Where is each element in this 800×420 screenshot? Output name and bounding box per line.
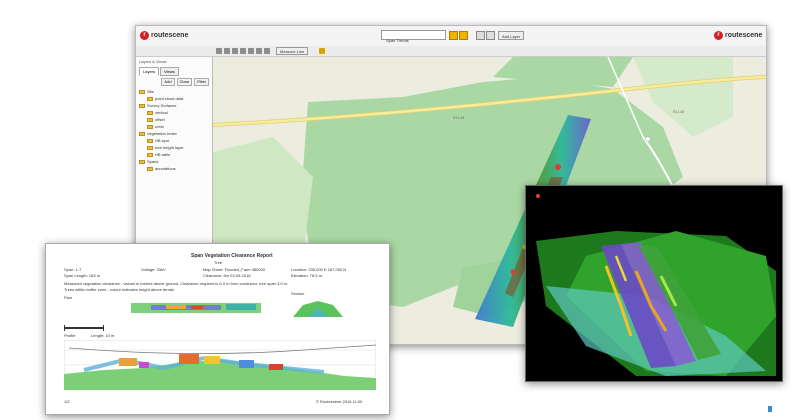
info-icon[interactable]	[256, 48, 262, 54]
brand-logo-right: r routescene	[714, 31, 762, 40]
tree-item[interactable]: tree height layer	[139, 144, 212, 151]
add-layer-button[interactable]: Add Layer	[498, 31, 525, 40]
tree-marker	[555, 164, 561, 170]
cross-section-view	[293, 301, 343, 317]
brand-mark-icon: r	[714, 31, 723, 40]
tree-item-label: HB table	[155, 152, 171, 157]
search-button-icon[interactable]	[449, 31, 458, 40]
brand-name: routescene	[151, 32, 189, 39]
print-button-icon[interactable]	[476, 31, 485, 40]
profile-chart	[64, 340, 376, 390]
profile-label: Profile	[64, 333, 76, 338]
tree-item-label: vertical	[155, 110, 168, 115]
scale-bar	[64, 325, 104, 331]
refresh-button-icon[interactable]	[459, 31, 468, 40]
tree-item[interactable]: Site	[139, 88, 212, 95]
tree-item[interactable]: vertical	[139, 109, 212, 116]
tree-item[interactable]: annotations	[139, 165, 212, 172]
tree-item-label: Survey Surfaces	[147, 103, 177, 108]
road-label: B1145	[453, 115, 465, 120]
folder-icon	[147, 124, 153, 129]
folder-icon	[147, 166, 153, 171]
report-subtitle: Tree	[214, 260, 223, 265]
folder-icon	[139, 103, 145, 108]
folder-icon	[147, 110, 153, 115]
tree-item[interactable]: Spans	[139, 158, 212, 165]
zoom-in-icon[interactable]	[216, 48, 222, 54]
report-meta: Map Sheet: Flooded_Farm 380000	[203, 267, 266, 272]
measure-icon[interactable]	[248, 48, 254, 54]
report-footer-copyright: © Routescene 2016 11:00	[316, 399, 363, 404]
clear-button[interactable]: Clear	[176, 78, 193, 86]
tree-item-label: HB spot	[155, 138, 170, 143]
draw-icon[interactable]	[264, 48, 270, 54]
corner-accent	[768, 406, 772, 412]
tree-item[interactable]: Survey Surfaces	[139, 102, 212, 109]
brand-mark-icon: r	[140, 31, 149, 40]
report-footer-page: 1/2	[64, 399, 70, 404]
tree-item[interactable]: HB table	[139, 151, 212, 158]
report-note: Measured vegetation clearance - values i…	[64, 281, 289, 286]
tab-layers[interactable]: Layers	[139, 67, 160, 76]
report-title: Span Vegetation Clearance Report	[191, 253, 273, 259]
folder-icon	[139, 131, 145, 136]
tree-item-label: point cloud data	[155, 96, 184, 101]
measure-line-button[interactable]: Measure Line	[276, 47, 309, 55]
filter-button[interactable]: Filter	[194, 78, 209, 86]
report-meta: Span: 1-7	[64, 267, 82, 272]
report-meta: Elevation: 78.5 m	[291, 273, 322, 278]
report-meta: Voltage: 33kV	[141, 267, 166, 272]
add-button[interactable]: Add	[161, 78, 175, 86]
plan-label: Plan	[64, 295, 73, 300]
folder-icon	[147, 96, 153, 101]
tree-item-label: tree height layer	[155, 145, 184, 150]
tree-item-label: Spans	[147, 159, 159, 164]
folder-icon	[139, 89, 145, 94]
export-button-icon[interactable]	[486, 31, 495, 40]
map-marker-icon[interactable]	[645, 136, 651, 142]
app-header: r routescene Span Trends Add Layer r rou…	[136, 26, 766, 47]
plan-view-strip	[131, 303, 261, 313]
tree-item[interactable]: offset	[139, 116, 212, 123]
report-meta: Span Length: 183 m	[64, 273, 101, 278]
tree-marker	[510, 269, 516, 275]
folder-icon	[139, 159, 145, 164]
tree-item-label: annotations	[155, 166, 176, 171]
folder-icon	[147, 145, 153, 150]
road-label: B1145	[673, 109, 685, 114]
pan-icon[interactable]	[232, 48, 238, 54]
sidebar-button-row: Add Clear Filter	[136, 76, 212, 88]
scale-text: Length: 10 m	[91, 333, 115, 338]
tree-item[interactable]: Vegetation Index	[139, 130, 212, 137]
tree-item[interactable]: HB spot	[139, 137, 212, 144]
tab-views[interactable]: Views	[160, 67, 179, 76]
layers-icon[interactable]	[319, 48, 325, 54]
tree-item[interactable]: point cloud data	[139, 95, 212, 102]
clearance-report-document: Span Vegetation Clearance Report Tree Sp…	[45, 243, 390, 415]
tree-item-label: offset	[155, 117, 165, 122]
layer-select[interactable]: Span Trends	[383, 37, 412, 44]
tree-item[interactable]: crest	[139, 123, 212, 130]
report-meta: Clearance: 6m 03-05-2016	[203, 273, 251, 278]
folder-icon	[147, 117, 153, 122]
folder-icon	[147, 138, 153, 143]
report-meta: Location: 335,000 E 187,000 N	[291, 267, 347, 272]
brand-name: routescene	[725, 32, 763, 39]
brand-logo-left: r routescene	[140, 31, 188, 40]
sidebar-tabs: Layers Views	[136, 67, 212, 76]
report-note: Trees within buffer zone - colour indica…	[64, 287, 176, 292]
viewer-marker-icon	[536, 194, 540, 198]
select-icon[interactable]	[240, 48, 246, 54]
point-cloud-canvas[interactable]	[526, 186, 782, 381]
tree-item-label: Site	[147, 89, 154, 94]
map-toolbar: Measure Line	[136, 46, 766, 57]
zoom-out-icon[interactable]	[224, 48, 230, 54]
folder-icon	[147, 152, 153, 157]
tree-item-label: crest	[155, 124, 164, 129]
tree-item-label: Vegetation Index	[147, 131, 177, 136]
point-cloud-viewer[interactable]	[525, 185, 783, 382]
layer-tree: Site point cloud data Survey Surfaces ve…	[136, 88, 212, 172]
sidebar-title: Layers & Views	[139, 59, 167, 64]
section-label: Section	[291, 291, 305, 296]
